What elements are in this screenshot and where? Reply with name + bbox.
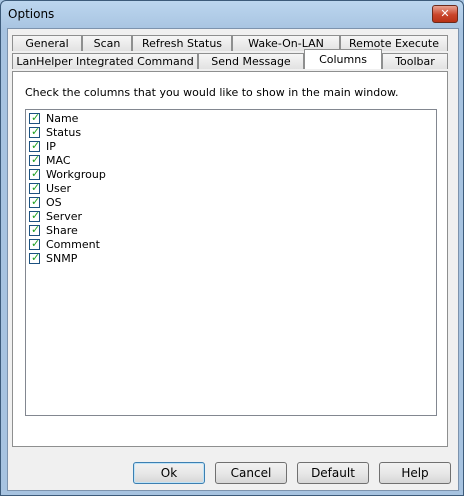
cancel-button[interactable]: Cancel [215,462,287,484]
checkmark-icon: ✓ [31,153,41,166]
ok-button[interactable]: Ok [133,462,205,484]
checkmark-icon: ✓ [31,195,41,208]
tab-label: Scan [93,37,121,50]
tab-label: LanHelper Integrated Command [16,55,194,68]
columns-checklist[interactable]: ✓ Name ✓ Status ✓ IP ✓ MAC ✓ Workgroup ✓… [25,109,437,416]
tab-toolbar[interactable]: Toolbar [382,53,448,69]
tab-columns[interactable]: Columns [304,49,382,69]
checkbox[interactable]: ✓ [29,111,41,124]
checkbox[interactable]: ✓ [29,223,41,236]
checkbox[interactable]: ✓ [29,181,41,194]
checkbox[interactable]: ✓ [29,153,41,166]
columns-panel: Check the columns that you would like to… [12,71,448,447]
checkbox[interactable]: ✓ [29,209,41,222]
checkmark-icon: ✓ [31,209,41,222]
window-title: Options [8,7,55,21]
title-bar[interactable]: Options ✕ [1,1,463,28]
checkbox[interactable]: ✓ [29,139,41,152]
checkbox[interactable]: ✓ [29,251,41,264]
tab-label: General [25,37,69,50]
instruction-text: Check the columns that you would like to… [25,86,399,99]
tab-send-message[interactable]: Send Message [198,53,304,69]
help-button[interactable]: Help [379,462,451,484]
default-button[interactable]: Default [297,462,369,484]
item-label: MAC [46,154,71,167]
checkbox[interactable]: ✓ [29,125,41,138]
checkmark-icon: ✓ [31,251,41,264]
item-label: Comment [46,238,100,251]
checkmark-icon: ✓ [31,181,41,194]
item-label: IP [46,140,56,153]
item-label: Status [46,126,82,139]
item-label: Server [46,210,83,223]
item-label: Name [46,112,79,125]
tab-label: Toolbar [395,55,435,68]
checkbox[interactable]: ✓ [29,195,41,208]
tab-label: Refresh Status [141,37,223,50]
checkbox[interactable]: ✓ [29,167,41,180]
checkmark-icon: ✓ [31,139,41,152]
checkmark-icon: ✓ [31,125,41,138]
item-label: Share [46,224,78,237]
item-label: Workgroup [46,168,106,181]
item-label: SNMP [46,252,78,265]
tab-lanhelper-integrated-command[interactable]: LanHelper Integrated Command [12,53,198,69]
tab-label: Send Message [211,55,291,68]
item-label: User [46,182,72,195]
dialog-client-area: General Scan Refresh Status Wake-On-LAN … [7,28,459,491]
tab-scan[interactable]: Scan [82,35,132,51]
item-label: OS [46,196,62,209]
tab-general[interactable]: General [12,35,82,51]
checkmark-icon: ✓ [31,223,41,236]
options-window: Options ✕ General Scan Refresh Status Wa… [0,0,464,496]
checkmark-icon: ✓ [31,167,41,180]
checkmark-icon: ✓ [31,111,41,124]
close-icon: ✕ [440,7,450,20]
checkmark-icon: ✓ [31,237,41,250]
checkbox[interactable]: ✓ [29,237,41,250]
tab-refresh-status[interactable]: Refresh Status [132,35,232,51]
tab-label: Columns [319,53,367,66]
close-button[interactable]: ✕ [432,5,458,23]
